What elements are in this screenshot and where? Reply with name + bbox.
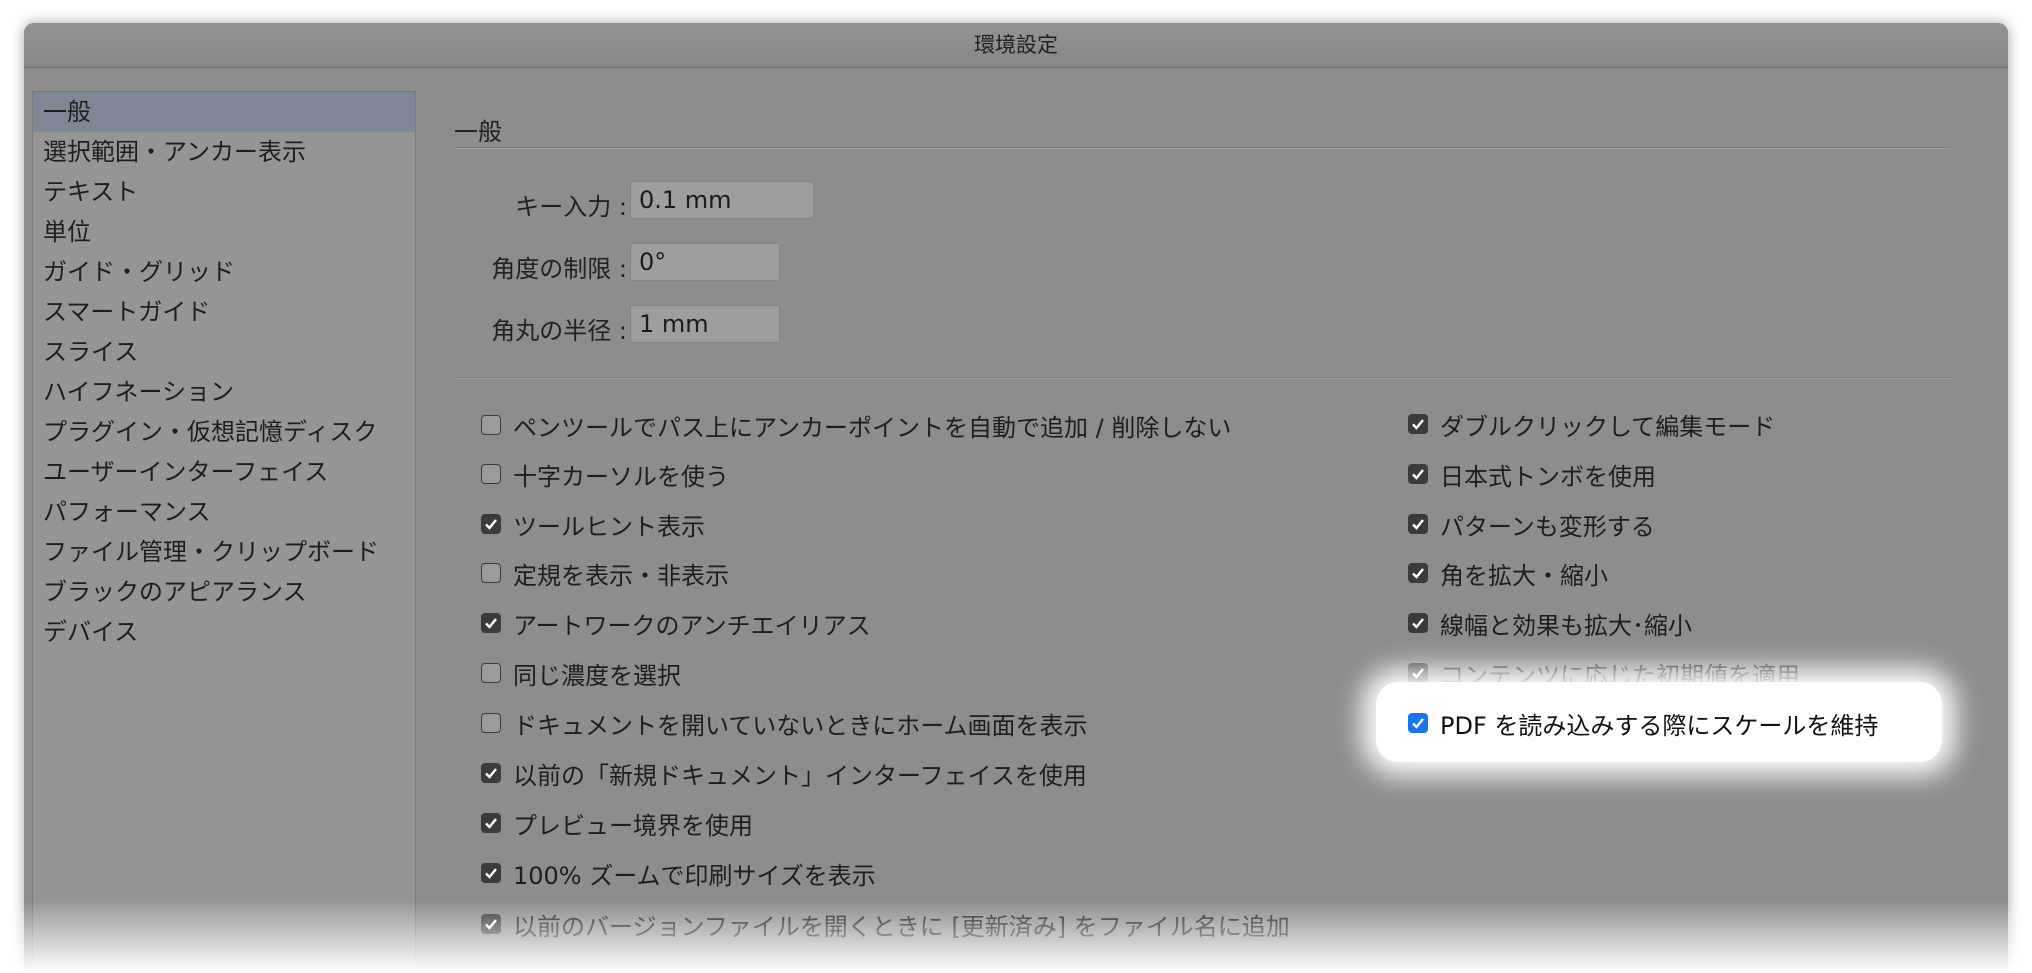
option-label: 同じ濃度を選択: [513, 661, 681, 690]
option-select-same-tint[interactable]: 同じ濃度を選択: [481, 656, 681, 690]
checkbox-unchecked[interactable]: [481, 415, 501, 435]
option-label: 以前のバージョンファイルを開くときに [更新済み] をファイル名に追加: [513, 912, 1290, 941]
sidebar-item-guides-grid[interactable]: ガイド・グリッド: [33, 252, 415, 292]
options-divider: [454, 377, 1950, 379]
option-label: ダブルクリックして編集モード: [1440, 412, 1776, 441]
sidebar-item-general[interactable]: 一般: [33, 92, 415, 132]
option-label: 角を拡大・縮小: [1440, 561, 1608, 590]
option-legacy-new-document[interactable]: 以前の「新規ドキュメント」インターフェイスを使用: [481, 756, 1087, 790]
sidebar-item-plugins-scratch-disks[interactable]: プラグイン・仮想記憶ディスク: [33, 412, 415, 452]
sidebar-item-hyphenation[interactable]: ハイフネーション: [33, 372, 415, 412]
option-label: パターンも変形する: [1440, 512, 1655, 541]
window-title: 環境設定: [24, 23, 2008, 68]
option-double-click-isolate[interactable]: ダブルクリックして編集モード: [1408, 407, 1775, 441]
checkbox-checked[interactable]: [481, 914, 501, 934]
option-append-converted[interactable]: 以前のバージョンファイルを開くときに [更新済み] をファイル名に追加: [481, 907, 1290, 941]
checkbox-checked[interactable]: [1408, 514, 1428, 534]
section-title: 一般: [454, 118, 502, 146]
sidebar-item-selection-anchor[interactable]: 選択範囲・アンカー表示: [33, 132, 415, 172]
option-pen-no-auto-add-delete[interactable]: ペンツールでパス上にアンカーポイントを自動で追加 / 削除しない: [481, 408, 1231, 442]
option-scale-strokes-effects[interactable]: 線幅と効果も拡大･縮小: [1408, 606, 1692, 640]
option-scale-corners[interactable]: 角を拡大・縮小: [1408, 556, 1608, 590]
option-label: 定規を表示・非表示: [513, 561, 729, 590]
option-label: 線幅と効果も拡大･縮小: [1440, 611, 1692, 640]
option-label: 十字カーソルを使う: [513, 462, 729, 491]
option-label: 以前の「新規ドキュメント」インターフェイスを使用: [513, 761, 1087, 790]
preferences-sidebar: 一般 選択範囲・アンカー表示 テキスト 単位 ガイド・グリッド スマートガイド …: [32, 91, 416, 973]
sidebar-item-text[interactable]: テキスト: [33, 172, 415, 212]
sidebar-item-file-handling[interactable]: ファイル管理・クリップボード: [33, 532, 415, 572]
option-print-size-at-100[interactable]: 100% ズームで印刷サイズを表示: [481, 856, 876, 890]
constrain-angle-label: 角度の制限 :: [491, 255, 627, 283]
sidebar-item-units[interactable]: 単位: [33, 212, 415, 252]
checkbox-unchecked[interactable]: [481, 663, 501, 683]
corner-radius-label: 角丸の半径 :: [491, 317, 627, 345]
option-japanese-crop-marks[interactable]: 日本式トンボを使用: [1408, 457, 1656, 491]
checkbox-checked[interactable]: [1408, 713, 1428, 733]
checkbox-checked[interactable]: [1408, 414, 1428, 434]
option-transform-pattern-tiles[interactable]: パターンも変形する: [1408, 507, 1655, 541]
sidebar-item-appearance-of-black[interactable]: ブラックのアピアランス: [33, 572, 415, 612]
option-label: 100% ズームで印刷サイズを表示: [513, 861, 876, 890]
option-use-preview-bounds[interactable]: プレビュー境界を使用: [481, 806, 753, 840]
option-label: アートワークのアンチエイリアス: [513, 611, 871, 640]
option-label: ドキュメントを開いていないときにホーム画面を表示: [513, 711, 1088, 740]
keyboard-increment-label: キー入力 :: [515, 193, 627, 221]
section-divider: [454, 147, 1950, 149]
option-show-home-screen[interactable]: ドキュメントを開いていないときにホーム画面を表示: [481, 706, 1088, 740]
checkbox-checked[interactable]: [481, 514, 501, 534]
checkbox-checked[interactable]: [481, 613, 501, 633]
option-label: 日本式トンボを使用: [1440, 462, 1656, 491]
sidebar-item-user-interface[interactable]: ユーザーインターフェイス: [33, 452, 415, 492]
checkbox-checked[interactable]: [481, 763, 501, 783]
sidebar-item-slices[interactable]: スライス: [33, 332, 415, 372]
option-label: ツールヒント表示: [513, 512, 705, 541]
sidebar-item-smart-guides[interactable]: スマートガイド: [33, 292, 415, 332]
option-honor-scale-on-pdf-import[interactable]: PDF を読み込みする際にスケールを維持: [1408, 706, 1878, 740]
option-label: ペンツールでパス上にアンカーポイントを自動で追加 / 削除しない: [513, 413, 1232, 442]
checkbox-checked[interactable]: [1408, 663, 1428, 683]
option-show-hide-rulers[interactable]: 定規を表示・非表示: [481, 556, 729, 590]
checkbox-checked[interactable]: [481, 863, 501, 883]
checkbox-unchecked[interactable]: [481, 563, 501, 583]
option-label: PDF を読み込みする際にスケールを維持: [1440, 711, 1879, 740]
option-show-tool-tips[interactable]: ツールヒント表示: [481, 507, 705, 541]
keyboard-increment-input[interactable]: 0.1 mm: [630, 181, 814, 219]
option-label: プレビュー境界を使用: [513, 811, 753, 840]
option-precise-cursors[interactable]: 十字カーソルを使う: [481, 457, 729, 491]
corner-radius-input[interactable]: 1 mm: [630, 305, 780, 343]
checkbox-checked[interactable]: [1408, 613, 1428, 633]
checkbox-checked[interactable]: [1408, 464, 1428, 484]
checkbox-checked[interactable]: [1408, 563, 1428, 583]
checkbox-unchecked[interactable]: [481, 464, 501, 484]
checkbox-checked[interactable]: [481, 813, 501, 833]
constrain-angle-input[interactable]: 0°: [630, 243, 780, 281]
sidebar-item-performance[interactable]: パフォーマンス: [33, 492, 415, 532]
checkbox-unchecked[interactable]: [481, 713, 501, 733]
sidebar-item-devices[interactable]: デバイス: [33, 612, 415, 652]
option-anti-aliased-artwork[interactable]: アートワークのアンチエイリアス: [481, 606, 871, 640]
